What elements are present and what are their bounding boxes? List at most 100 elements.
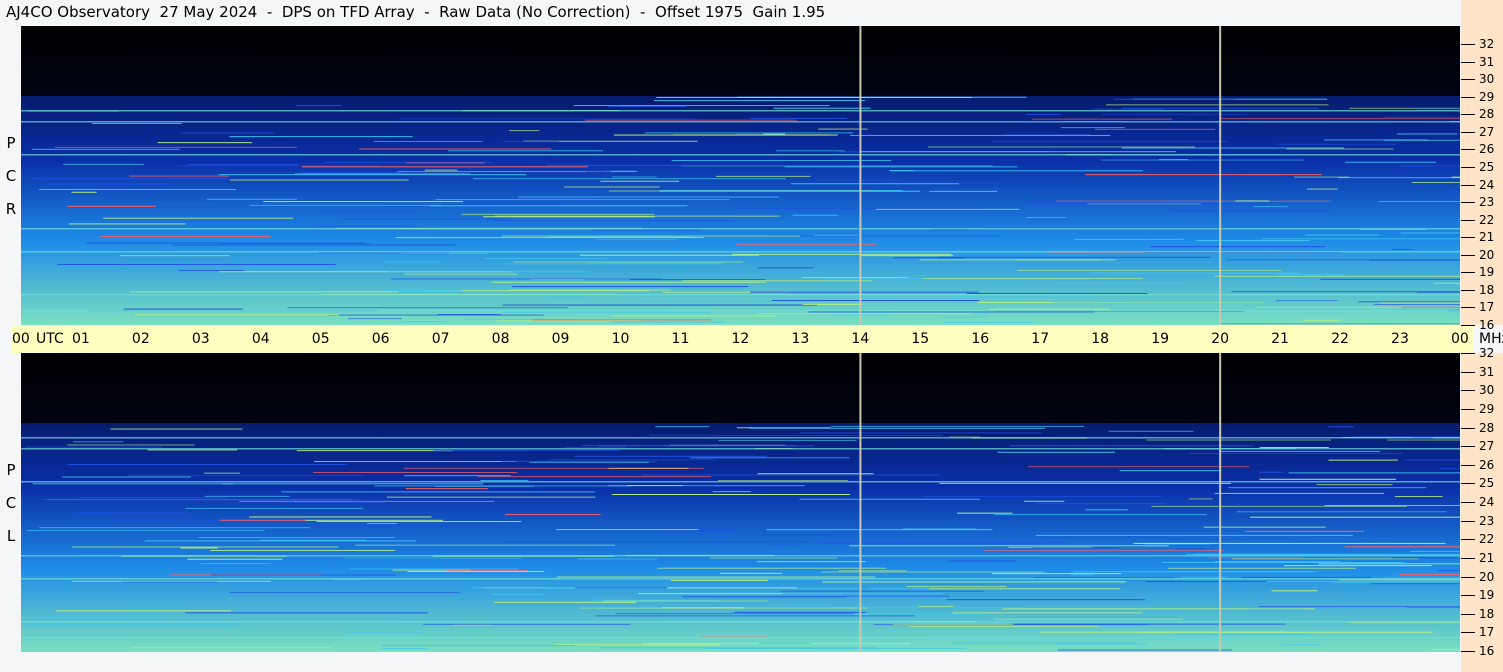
freq-tick bbox=[1461, 520, 1475, 522]
rfi-streak bbox=[131, 647, 332, 649]
rfi-streak bbox=[712, 491, 751, 493]
rfi-streak bbox=[656, 530, 736, 532]
hour-label: 21 bbox=[1271, 331, 1289, 347]
freq-label: 29 bbox=[1479, 89, 1495, 104]
rfi-streak bbox=[382, 647, 427, 649]
rfi-streak bbox=[906, 586, 1007, 588]
rfi-streak bbox=[1100, 159, 1304, 161]
rfi-band bbox=[21, 294, 1460, 296]
rfi-streak bbox=[239, 500, 495, 502]
rfi-streak bbox=[1119, 470, 1221, 472]
freq-tick bbox=[1461, 149, 1475, 151]
rfi-streak bbox=[491, 281, 767, 283]
freq-tick bbox=[1461, 254, 1475, 256]
rfi-streak bbox=[85, 242, 365, 244]
freq-tick bbox=[1461, 272, 1475, 274]
rfi-streak bbox=[1258, 471, 1285, 473]
rfi-streak bbox=[1040, 631, 1311, 633]
rfi-streak bbox=[134, 314, 340, 316]
rfi-streak bbox=[185, 507, 363, 509]
rfi-streak bbox=[433, 449, 621, 451]
rfi-streak bbox=[1070, 574, 1095, 576]
lcp-spectrogram bbox=[21, 353, 1460, 652]
rfi-streak bbox=[1400, 232, 1460, 234]
rfi-streak bbox=[204, 495, 290, 497]
rfi-streak bbox=[1094, 128, 1216, 130]
rfi-streak bbox=[200, 563, 272, 565]
rfi-streak bbox=[75, 511, 187, 513]
rfi-streak bbox=[1341, 518, 1460, 520]
freq-tick bbox=[1461, 557, 1475, 559]
rfi-streak bbox=[1235, 200, 1270, 202]
rfi-streak bbox=[305, 519, 443, 521]
rfi-streak bbox=[316, 521, 522, 523]
rfi-streak bbox=[876, 208, 1020, 210]
rfi-streak bbox=[502, 304, 818, 306]
hour-label: 15 bbox=[911, 331, 930, 347]
rfi-streak bbox=[1412, 181, 1460, 183]
rfi-streak bbox=[480, 479, 529, 481]
rfi-streak bbox=[403, 467, 704, 469]
freq-tick bbox=[1461, 613, 1475, 615]
rfi-streak bbox=[389, 271, 587, 273]
rfi-streak bbox=[768, 543, 797, 545]
hour-label: 23 bbox=[1391, 331, 1409, 347]
rfi-streak bbox=[1164, 538, 1293, 540]
rfi-streak bbox=[1456, 488, 1460, 490]
rfi-streak bbox=[1042, 536, 1171, 538]
rfi-streak bbox=[386, 496, 596, 498]
rfi-streak bbox=[45, 183, 171, 185]
rfi-streak bbox=[766, 529, 993, 531]
rfi-streak bbox=[1394, 496, 1443, 498]
rfi-streak bbox=[994, 514, 1207, 516]
mhz-label: MHz bbox=[1479, 331, 1503, 347]
rfi-streak bbox=[263, 201, 464, 203]
rfi-streak bbox=[1231, 291, 1460, 293]
rfi-streak bbox=[517, 196, 779, 198]
rfi-streak bbox=[1215, 275, 1460, 277]
rfi-streak bbox=[611, 494, 850, 496]
freq-label: 27 bbox=[1479, 124, 1495, 139]
rfi-streak bbox=[715, 175, 811, 177]
rfi-streak bbox=[565, 446, 626, 448]
freq-label: 31 bbox=[1479, 54, 1495, 69]
hour-label: 16 bbox=[971, 331, 990, 347]
rfi-streak bbox=[610, 315, 776, 317]
rfi-streak bbox=[1029, 203, 1267, 205]
rfi-streak bbox=[1316, 484, 1393, 486]
rfi-streak bbox=[343, 557, 522, 559]
rfi-streak bbox=[736, 243, 877, 245]
freq-tick bbox=[1461, 131, 1475, 133]
rfi-streak bbox=[556, 576, 876, 578]
rfi-streak bbox=[513, 261, 744, 263]
rfi-streak bbox=[71, 191, 97, 193]
freq-label: 22 bbox=[1479, 532, 1495, 547]
rfi-streak bbox=[611, 176, 657, 178]
rfi-band bbox=[21, 437, 1460, 439]
rfi-band bbox=[21, 228, 1460, 230]
rfi-streak bbox=[373, 485, 631, 487]
rfi-streak bbox=[1245, 175, 1276, 177]
rfi-streak bbox=[71, 580, 271, 582]
rfi-streak bbox=[301, 166, 588, 168]
rfi-streak bbox=[860, 255, 954, 257]
rfi-streak bbox=[908, 626, 1099, 628]
rfi-streak bbox=[509, 130, 540, 132]
freq-tick bbox=[1461, 219, 1475, 221]
rfi-streak bbox=[1328, 459, 1398, 461]
rfi-streak bbox=[1374, 303, 1460, 305]
rfi-streak bbox=[1028, 466, 1250, 468]
rfi-streak bbox=[1241, 576, 1372, 578]
time-marker-line bbox=[1219, 353, 1222, 652]
rfi-streak bbox=[1438, 468, 1460, 470]
rfi-streak bbox=[320, 211, 414, 213]
rfi-streak bbox=[657, 567, 886, 569]
hour-label: 22 bbox=[1331, 331, 1349, 347]
rfi-streak bbox=[574, 455, 767, 457]
rfi-streak bbox=[187, 164, 298, 166]
rfi-streak bbox=[1281, 644, 1321, 646]
rfi-streak bbox=[1392, 557, 1460, 559]
rfi-streak bbox=[296, 104, 342, 106]
freq-tick bbox=[1461, 632, 1475, 634]
rfi-streak bbox=[615, 613, 855, 615]
